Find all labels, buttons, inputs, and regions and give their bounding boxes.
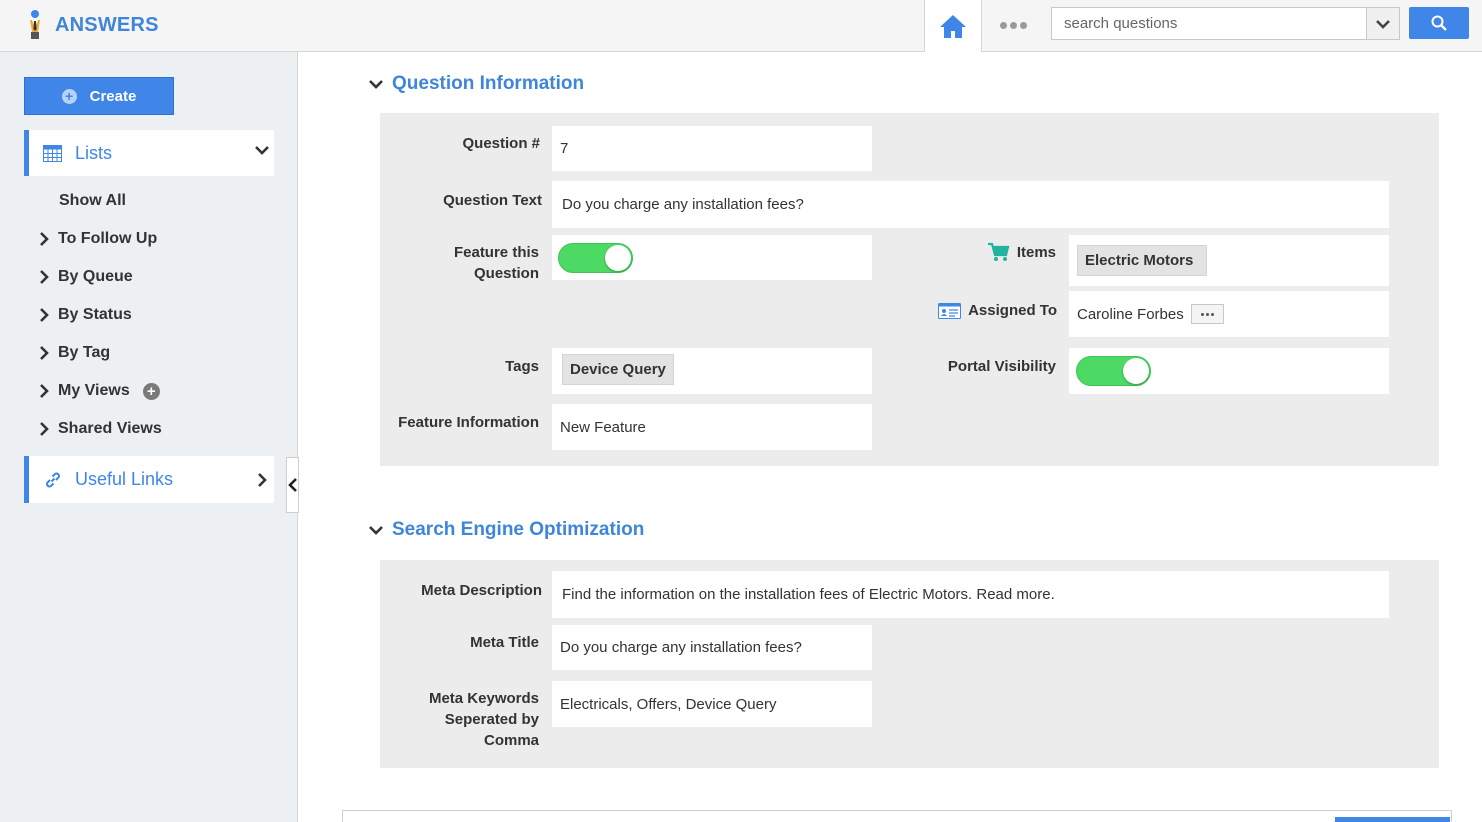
chevron-right-icon: [40, 346, 49, 360]
chevron-down-icon: [369, 526, 383, 535]
sidebar-item-label: Show All: [59, 192, 126, 209]
lists-panel-header[interactable]: Lists: [24, 130, 274, 176]
calendar-grid-icon: [43, 144, 62, 162]
meta-description-field[interactable]: Find the information on the installation…: [552, 571, 1389, 618]
more-dots-icon: [1200, 312, 1204, 316]
app-logo[interactable]: ANSWERS: [24, 9, 159, 41]
chevron-right-icon: [40, 308, 49, 322]
search-input[interactable]: [1051, 7, 1367, 40]
feature-question-label: Feature this Question: [453, 244, 539, 282]
chevron-right-icon: [40, 384, 49, 398]
sidebar-item-label: By Queue: [58, 268, 133, 285]
seo-section-toggle[interactable]: Search Engine Optimization: [368, 519, 644, 541]
add-view-button[interactable]: +: [142, 382, 160, 400]
section-title: Question Information: [392, 73, 585, 94]
assigned-to-more-button[interactable]: [1190, 304, 1224, 324]
person-logo-icon: [30, 10, 40, 39]
meta-title-field[interactable]: Do you charge any installation fees?: [552, 625, 872, 670]
home-button[interactable]: [924, 0, 982, 52]
sidebar-item-by-status[interactable]: By Status: [38, 306, 132, 324]
sidebar-item-my-views[interactable]: My Views +: [38, 382, 160, 400]
sidebar: + Create Lists Show All To Follow Up By …: [0, 52, 298, 822]
question-number-value: 7: [560, 140, 569, 157]
sidebar-item-show-all[interactable]: Show All: [59, 192, 126, 210]
question-number-label: Question #: [462, 135, 540, 152]
next-section-edge: [342, 810, 1452, 822]
app-title: ANSWERS: [55, 13, 159, 36]
useful-links-panel-header[interactable]: Useful Links: [24, 456, 274, 503]
meta-keywords-value: Electricals, Offers, Device Query: [560, 695, 777, 713]
sidebar-item-to-follow-up[interactable]: To Follow Up: [38, 230, 157, 248]
more-dots-icon: [999, 21, 1007, 29]
sidebar-item-by-queue[interactable]: By Queue: [38, 268, 133, 286]
chevron-down-icon: [369, 80, 383, 89]
feature-information-value: New Feature: [560, 418, 646, 436]
tag-chip[interactable]: Device Query: [562, 354, 674, 385]
meta-description-label: Meta Description: [421, 582, 542, 599]
create-button[interactable]: + Create: [24, 77, 174, 115]
question-information-section-toggle[interactable]: Question Information: [368, 73, 584, 95]
question-text-value: Do you charge any installation fees?: [562, 196, 804, 213]
id-card-icon: [938, 302, 962, 319]
question-text-field[interactable]: Do you charge any installation fees?: [552, 181, 1389, 228]
plus-circle-icon: +: [61, 88, 77, 104]
search-filter-dropdown[interactable]: [1366, 7, 1400, 40]
sidebar-item-shared-views[interactable]: Shared Views: [38, 420, 162, 438]
assigned-to-field[interactable]: Caroline Forbes: [1069, 291, 1389, 337]
top-bar: ANSWERS: [0, 0, 1482, 52]
items-field[interactable]: Electric Motors: [1069, 235, 1389, 286]
sidebar-item-label: My Views: [58, 382, 130, 399]
section-title: Search Engine Optimization: [392, 519, 645, 540]
chevron-right-icon: [40, 422, 49, 436]
cart-icon: [987, 242, 1010, 261]
home-icon: [940, 15, 966, 38]
chevron-left-icon: [287, 478, 297, 492]
question-number-field[interactable]: 7: [552, 126, 872, 171]
useful-links-label: Useful Links: [75, 469, 174, 489]
meta-description-value: Find the information on the installation…: [562, 586, 1055, 603]
sidebar-item-label: Shared Views: [58, 420, 162, 437]
portal-visibility-label: Portal Visibility: [947, 358, 1056, 375]
sidebar-item-label: By Tag: [58, 344, 111, 361]
meta-title-label: Meta Title: [470, 634, 539, 651]
assigned-to-label-row: Assigned To: [930, 300, 1057, 321]
chevron-down-icon: [1376, 19, 1390, 29]
chevron-right-icon: [258, 473, 267, 487]
meta-keywords-field[interactable]: Electricals, Offers, Device Query: [552, 681, 872, 727]
next-section-button-edge[interactable]: [1335, 817, 1450, 822]
chevron-right-icon: [40, 232, 49, 246]
meta-keywords-label: Meta Keywords Seperated by Comma: [428, 690, 539, 749]
chevron-down-icon: [255, 146, 269, 155]
create-button-label: Create: [89, 87, 137, 105]
sidebar-item-label: By Status: [58, 306, 132, 323]
tags-label: Tags: [505, 358, 539, 375]
lists-label: Lists: [75, 142, 113, 163]
assigned-to-label: Assigned To: [968, 302, 1057, 319]
feature-information-label: Feature Information: [398, 414, 539, 431]
collapse-sidebar-button[interactable]: [286, 457, 299, 513]
more-options-button[interactable]: [996, 16, 1030, 34]
meta-title-value: Do you charge any installation fees?: [560, 639, 802, 656]
chevron-right-icon: [40, 270, 49, 284]
portal-visibility-field: [1069, 348, 1389, 394]
feature-information-field[interactable]: New Feature: [552, 404, 872, 450]
assigned-to-value: Caroline Forbes: [1077, 305, 1184, 323]
feature-question-field: [552, 235, 872, 280]
tags-field[interactable]: Device Query: [552, 348, 872, 394]
search-icon: [1431, 15, 1447, 31]
portal-visibility-toggle[interactable]: [1076, 356, 1151, 386]
sidebar-item-by-tag[interactable]: By Tag: [38, 344, 110, 362]
question-text-label: Question Text: [443, 192, 542, 209]
feature-question-toggle[interactable]: [558, 242, 633, 273]
link-icon: [46, 472, 60, 487]
items-label-row: Items: [960, 242, 1056, 263]
items-chip[interactable]: Electric Motors: [1077, 245, 1208, 276]
items-label: Items: [1016, 244, 1056, 261]
search-button[interactable]: [1409, 7, 1469, 39]
sidebar-item-label: To Follow Up: [58, 230, 158, 247]
